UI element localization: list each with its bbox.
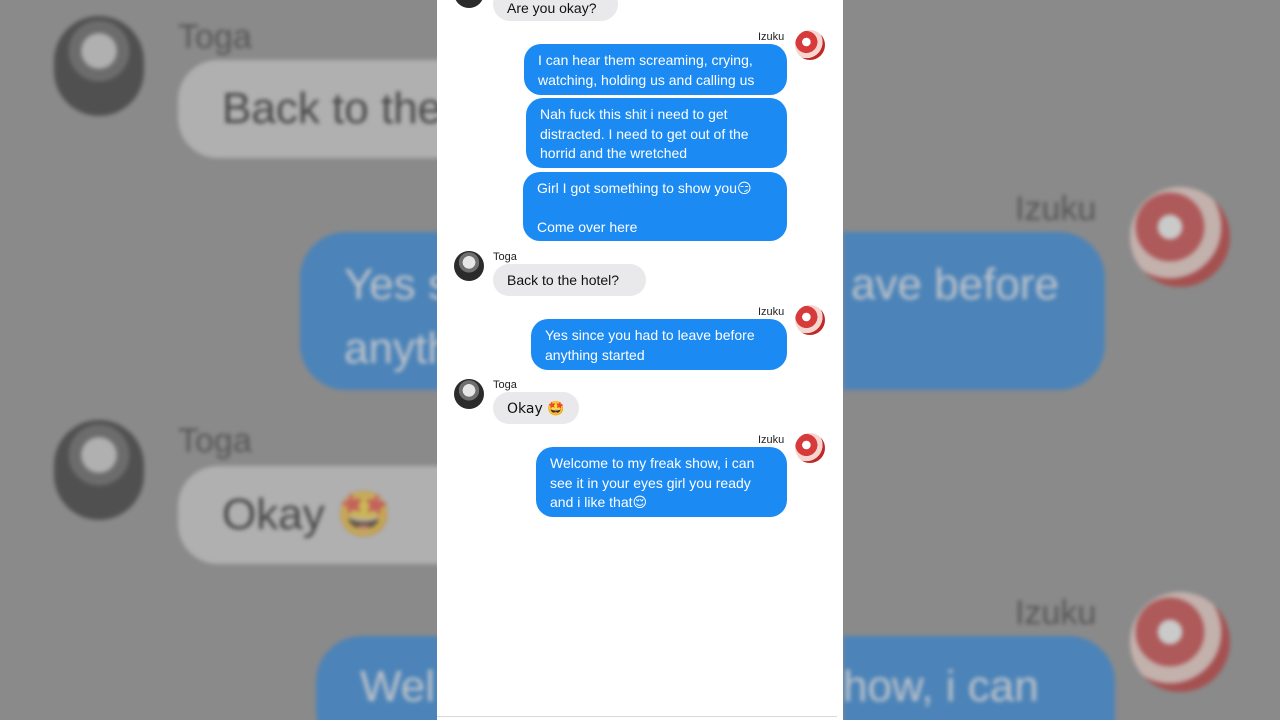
bg-toga-avatar <box>54 16 144 116</box>
message-outgoing: Yes since you had to leave before anythi… <box>531 319 787 370</box>
message-incoming: Back to the hotel? <box>493 264 646 296</box>
toga-avatar <box>454 0 484 8</box>
toga-avatar <box>454 251 484 281</box>
message-outgoing: Nah fuck this shit i need to get distrac… <box>526 98 787 168</box>
bg-izuku-avatar <box>1130 187 1230 287</box>
bg-izuku-name-2: Izuku <box>1015 594 1097 632</box>
message-outgoing: Welcome to my freak show, i can see it i… <box>536 447 787 517</box>
sender-name: Izuku <box>758 306 785 318</box>
izuku-avatar <box>795 305 825 335</box>
sender-name: Toga <box>493 379 517 391</box>
bg-izuku-avatar-2 <box>1130 592 1230 692</box>
message-incoming: Okay 🤩 <box>493 392 579 424</box>
message-outgoing: I can hear them screaming, crying, watch… <box>524 44 787 95</box>
divider <box>437 716 837 717</box>
sender-name: Izuku <box>758 31 785 43</box>
bg-izuku-bubble-right: ave before <box>843 232 1105 390</box>
izuku-avatar <box>795 30 825 60</box>
bg-toga-name: Toga <box>178 18 252 56</box>
sender-name: Izuku <box>758 434 785 446</box>
sender-name: Toga <box>493 251 517 263</box>
izuku-avatar <box>795 433 825 463</box>
bg-izuku-bubble-right-2: how, i can <box>843 636 1115 720</box>
toga-avatar <box>454 379 484 409</box>
message-outgoing: Girl I got something to show you😏 Come o… <box>523 172 787 241</box>
chat-panel: Are you okay? Izuku I can hear them scre… <box>437 0 843 720</box>
message-incoming: Are you okay? <box>493 0 618 21</box>
bg-toga-avatar-2 <box>54 420 144 520</box>
bg-toga-name-2: Toga <box>178 422 252 460</box>
bg-izuku-name: Izuku <box>1015 190 1097 228</box>
